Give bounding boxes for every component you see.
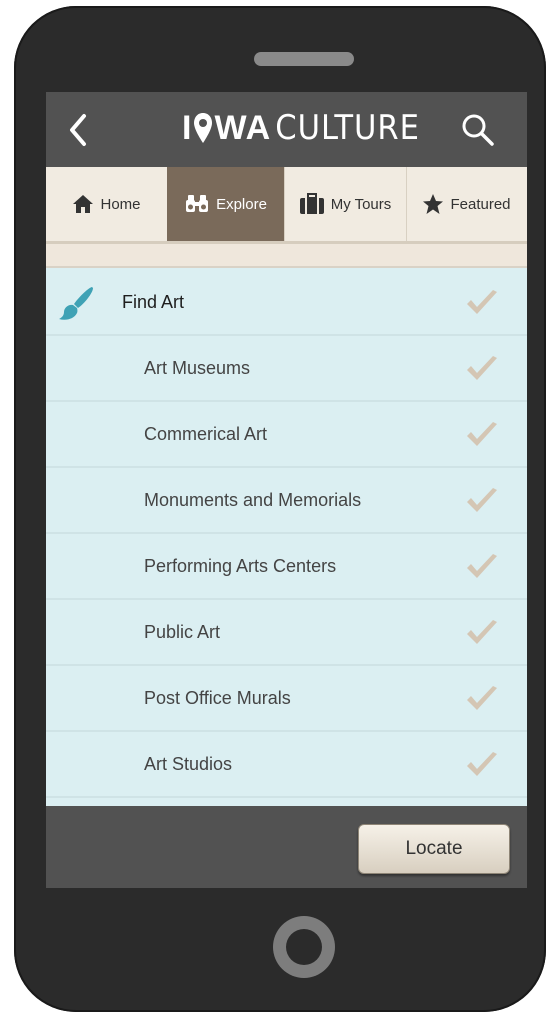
tab-home[interactable]: Home xyxy=(46,167,168,241)
category-row-find-art[interactable]: Find Art xyxy=(46,270,527,336)
list-item-label: Performing Arts Centers xyxy=(144,555,337,576)
logo-i: I xyxy=(182,108,193,147)
paintbrush-icon xyxy=(59,287,93,320)
app-screen: I WA CULTURE Home Explore My Tours Featu… xyxy=(46,92,527,888)
logo-bold-text: I WA xyxy=(182,109,271,148)
checkmark-icon[interactable] xyxy=(465,552,499,582)
location-pin-icon xyxy=(194,113,213,143)
top-bar: I WA CULTURE xyxy=(46,92,527,167)
list-item[interactable]: Performing Arts Centers xyxy=(46,534,527,600)
tab-my-tours-label: My Tours xyxy=(330,195,392,213)
list-item[interactable]: Monuments and Memorials xyxy=(46,468,527,534)
list-item[interactable]: Art Studios xyxy=(46,732,527,798)
logo-wa: WA xyxy=(214,108,272,147)
list-item-label: Art Museums xyxy=(144,357,251,378)
tab-bar-divider xyxy=(46,244,527,268)
bottom-bar: Locate xyxy=(46,806,527,888)
checkmark-icon[interactable] xyxy=(465,486,499,516)
phone-home-button[interactable] xyxy=(273,916,335,978)
star-icon xyxy=(423,194,444,214)
speaker-grille xyxy=(254,52,354,66)
tab-my-tours[interactable]: My Tours xyxy=(284,167,407,241)
app-logo: I WA CULTURE xyxy=(182,106,420,150)
list-item-label: Monuments and Memorials xyxy=(144,489,362,510)
checkmark-icon[interactable] xyxy=(465,750,499,780)
category-label: Find Art xyxy=(122,291,185,312)
list-item-label: Public Art xyxy=(144,621,221,642)
checkmark-icon[interactable] xyxy=(465,618,499,648)
tab-featured-label: Featured xyxy=(450,195,511,213)
list-item[interactable]: Commerical Art xyxy=(46,402,527,468)
checkmark-icon[interactable] xyxy=(465,684,499,714)
tab-explore[interactable]: Explore xyxy=(167,167,285,241)
list-item-label: Art Studios xyxy=(144,753,233,774)
back-arrow-icon[interactable] xyxy=(64,110,94,150)
search-icon[interactable] xyxy=(460,112,496,148)
checkmark-icon[interactable] xyxy=(465,420,499,450)
tab-explore-label: Explore xyxy=(216,195,267,213)
tab-home-label: Home xyxy=(100,195,141,213)
list-item[interactable]: Art Museums xyxy=(46,336,527,402)
checkmark-icon[interactable] xyxy=(465,354,499,384)
list-item[interactable]: Post Office Murals xyxy=(46,666,527,732)
binoculars-icon xyxy=(186,195,209,212)
list-item-label: Commerical Art xyxy=(144,423,268,444)
tab-featured[interactable]: Featured xyxy=(406,167,527,241)
list-item[interactable]: Public Art xyxy=(46,600,527,666)
locate-button[interactable]: Locate xyxy=(358,824,510,874)
suitcase-icon xyxy=(299,193,324,214)
checkmark-icon[interactable] xyxy=(465,288,499,318)
home-icon xyxy=(73,195,94,213)
logo-light-text: CULTURE xyxy=(275,108,420,148)
list-item-label: Post Office Murals xyxy=(144,687,291,708)
tab-bar: Home Explore My Tours Featured xyxy=(46,167,527,244)
